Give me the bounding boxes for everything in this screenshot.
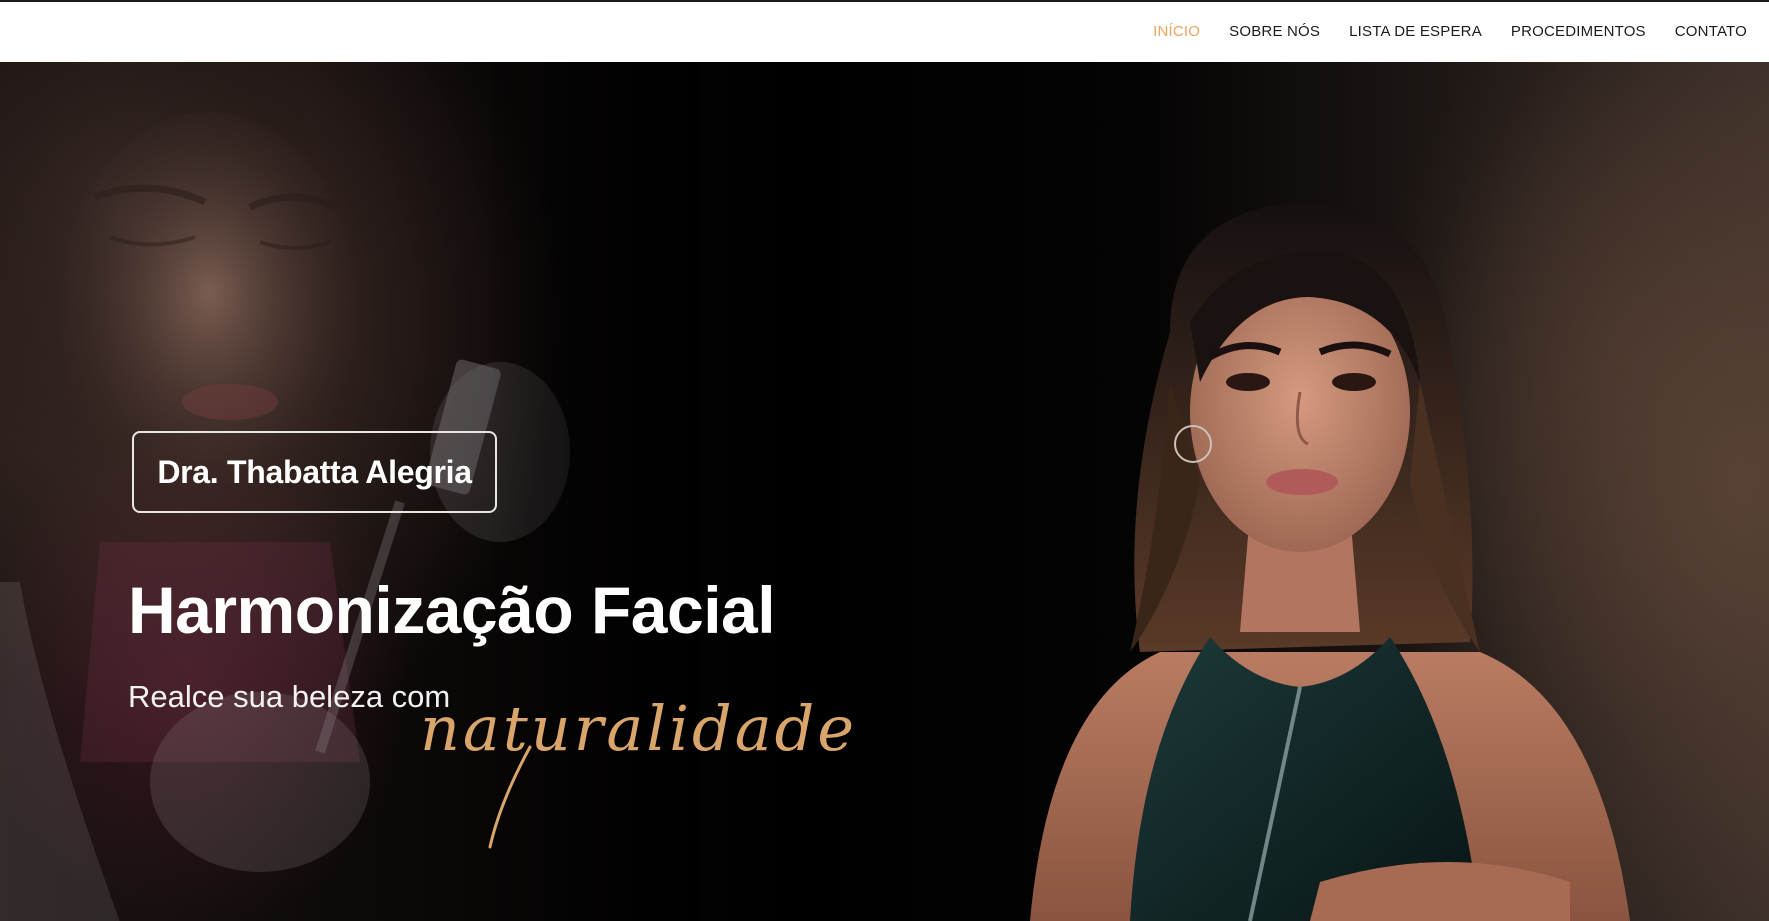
nav-item-sobre-nos[interactable]: SOBRE NÓS: [1229, 1, 1320, 63]
nav-item-inicio[interactable]: INÍCIO: [1153, 1, 1200, 63]
hero-subline: Realce sua beleza com: [128, 679, 451, 714]
doctor-name: Dra. Thabatta Alegria: [157, 453, 472, 490]
nav-item-contato[interactable]: CONTATO: [1675, 1, 1747, 63]
top-navigation-bar: INÍCIO SOBRE NÓS LISTA DE ESPERA PROCEDI…: [0, 0, 1769, 62]
nav-item-lista-de-espera[interactable]: LISTA DE ESPERA: [1349, 1, 1482, 63]
script-flourish-icon: [488, 745, 532, 849]
doctor-portrait-image: [1030, 202, 1630, 921]
hero-banner: Dra. Thabatta Alegria Harmonização Facia…: [0, 62, 1769, 921]
doctor-name-badge: Dra. Thabatta Alegria: [132, 431, 497, 513]
main-nav: INÍCIO SOBRE NÓS LISTA DE ESPERA PROCEDI…: [1153, 2, 1747, 62]
page: INÍCIO SOBRE NÓS LISTA DE ESPERA PROCEDI…: [0, 0, 1769, 921]
hero-headline: Harmonização Facial: [128, 573, 776, 647]
nav-item-procedimentos[interactable]: PROCEDIMENTOS: [1511, 1, 1646, 63]
